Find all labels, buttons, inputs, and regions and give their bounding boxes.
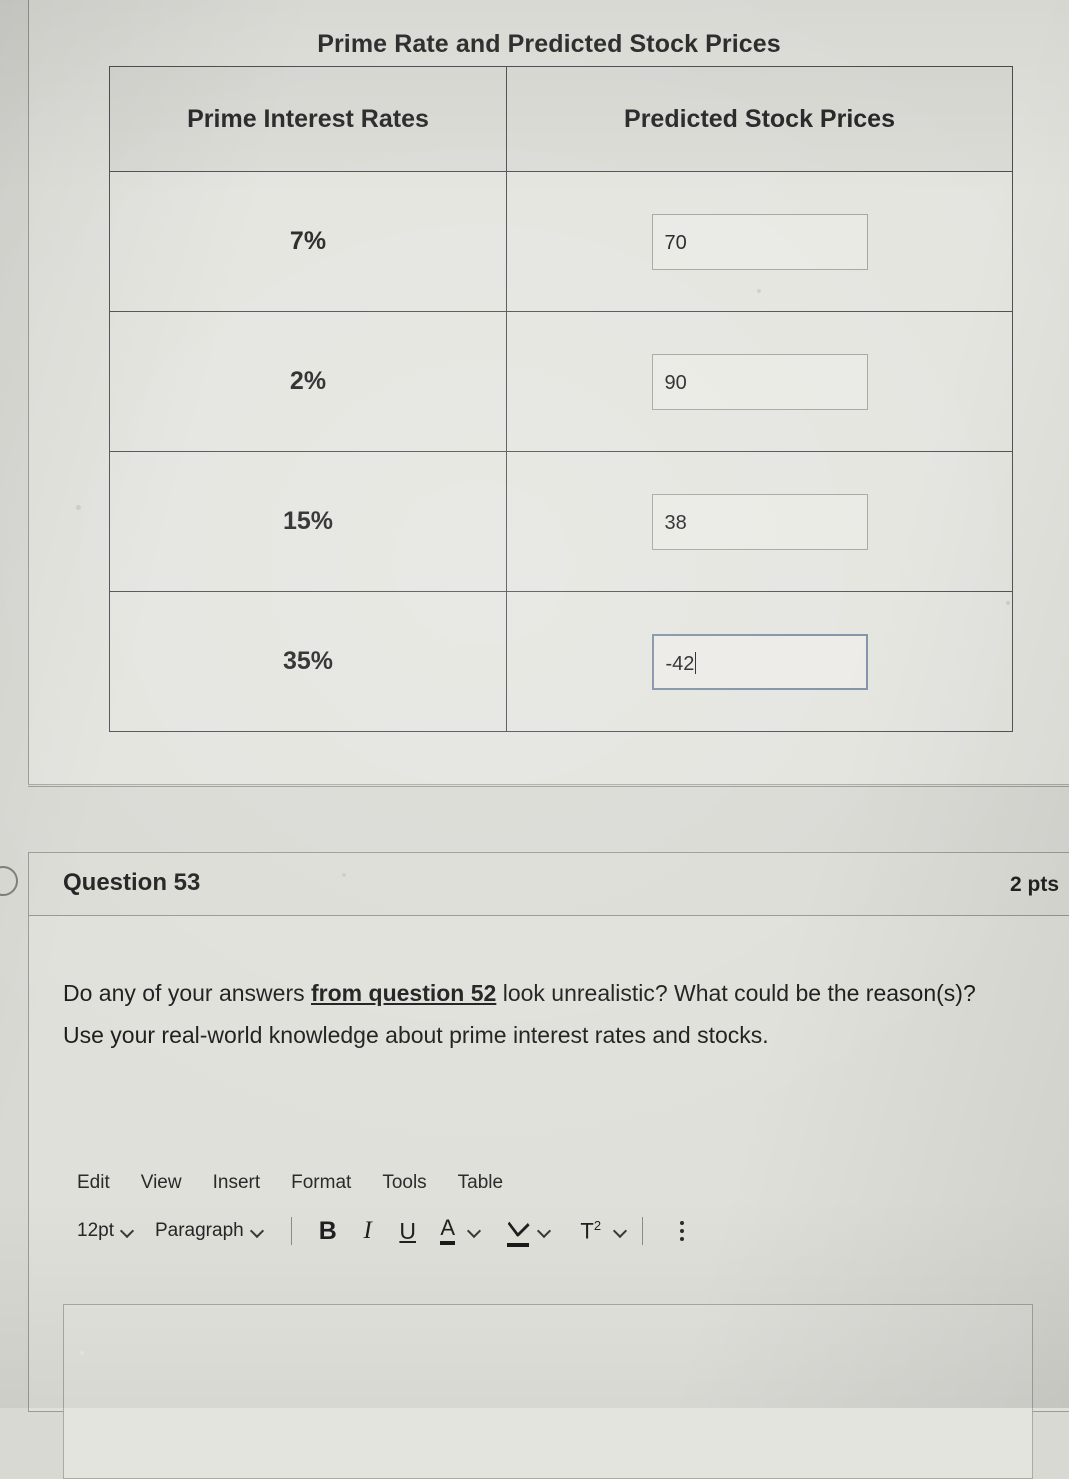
question-header: Question 53 2 pts bbox=[29, 853, 1069, 916]
prompt-text-part1: Do any of your answers bbox=[63, 980, 312, 1006]
toolbar-divider bbox=[641, 1217, 643, 1245]
superscript-exponent: 2 bbox=[593, 1217, 602, 1233]
superscript-icon: T2 bbox=[580, 1218, 601, 1244]
stock-price-input-2[interactable]: 90 bbox=[651, 353, 868, 410]
price-cell: -42 bbox=[506, 591, 1013, 732]
menu-item-format[interactable]: Format bbox=[291, 1172, 351, 1194]
table-row: 7% 70 bbox=[109, 171, 1013, 312]
stock-price-input-1[interactable]: 70 bbox=[651, 213, 868, 270]
chevron-down-icon[interactable] bbox=[538, 1225, 550, 1237]
highlight-color-button[interactable] bbox=[498, 1211, 538, 1248]
italic-button[interactable]: I bbox=[348, 1214, 388, 1248]
underline-button[interactable]: U bbox=[388, 1214, 428, 1248]
chevron-down-icon bbox=[251, 1225, 263, 1237]
text-color-button[interactable]: A bbox=[428, 1214, 468, 1248]
table-row: 15% 38 bbox=[109, 451, 1013, 592]
block-format-label: Paragraph bbox=[154, 1220, 244, 1241]
more-options-icon[interactable] bbox=[667, 1214, 697, 1248]
price-cell: 38 bbox=[506, 451, 1013, 592]
superscript-base: T bbox=[580, 1218, 594, 1244]
question-points: 2 pts bbox=[1009, 873, 1059, 896]
block-format-dropdown[interactable]: Paragraph bbox=[155, 1214, 275, 1248]
menu-item-edit[interactable]: Edit bbox=[77, 1172, 110, 1194]
column-header-prime-interest-rates: Prime Interest Rates bbox=[109, 66, 507, 172]
stock-price-input-4[interactable]: -42 bbox=[651, 633, 868, 690]
rate-cell: 7% bbox=[109, 171, 507, 312]
edge-partial-icon bbox=[0, 866, 18, 896]
bold-button[interactable]: B bbox=[308, 1214, 348, 1248]
table-row: 2% 90 bbox=[109, 311, 1013, 452]
question-52-card: Prime Rate and Predicted Stock Prices Pr… bbox=[28, 0, 1069, 785]
rate-cell: 15% bbox=[109, 451, 507, 592]
font-size-label: 12pt bbox=[77, 1220, 114, 1241]
table-title: Prime Rate and Predicted Stock Prices bbox=[317, 30, 781, 58]
toolbar-divider bbox=[290, 1217, 292, 1245]
table-row: 35% -42 bbox=[109, 591, 1013, 732]
price-cell: 90 bbox=[506, 311, 1013, 452]
menu-item-table[interactable]: Table bbox=[458, 1172, 503, 1194]
question-title: Question 53 bbox=[63, 869, 201, 896]
prime-rate-table: Prime Interest Rates Predicted Stock Pri… bbox=[109, 66, 1013, 732]
chevron-down-icon bbox=[121, 1225, 133, 1237]
column-header-predicted-stock-prices: Predicted Stock Prices bbox=[506, 66, 1013, 172]
question-52-link[interactable]: from question 52 bbox=[311, 980, 496, 1006]
menu-item-view[interactable]: View bbox=[141, 1172, 182, 1194]
question-53-card: Question 53 2 pts Do any of your answers… bbox=[28, 852, 1069, 1479]
text-caret bbox=[695, 651, 697, 674]
stock-price-input-3[interactable]: 38 bbox=[651, 493, 868, 550]
rich-text-editor: Edit View Insert Format Tools Table 12pt… bbox=[63, 1168, 1063, 1254]
text-color-icon: A bbox=[440, 1217, 455, 1245]
highlighter-icon bbox=[506, 1211, 530, 1247]
font-size-dropdown[interactable]: 12pt bbox=[77, 1214, 155, 1248]
question-prompt: Do any of your answers from question 52 … bbox=[63, 972, 1018, 1056]
menu-item-tools[interactable]: Tools bbox=[382, 1172, 426, 1194]
stock-price-input-4-value: -42 bbox=[665, 652, 695, 675]
menu-item-insert[interactable]: Insert bbox=[213, 1172, 261, 1194]
rate-cell: 2% bbox=[109, 311, 507, 452]
table-header-row: Prime Interest Rates Predicted Stock Pri… bbox=[109, 66, 1013, 172]
editor-menubar: Edit View Insert Format Tools Table bbox=[63, 1168, 1063, 1198]
answer-textarea[interactable] bbox=[63, 1304, 1033, 1479]
superscript-button[interactable]: T2 bbox=[568, 1214, 614, 1248]
rate-cell: 35% bbox=[109, 591, 507, 732]
question-block-divider bbox=[28, 786, 1069, 787]
chevron-down-icon[interactable] bbox=[468, 1225, 480, 1237]
editor-toolbar: 12pt Paragraph B I U A T2 bbox=[63, 1208, 1063, 1254]
chevron-down-icon[interactable] bbox=[614, 1225, 626, 1237]
